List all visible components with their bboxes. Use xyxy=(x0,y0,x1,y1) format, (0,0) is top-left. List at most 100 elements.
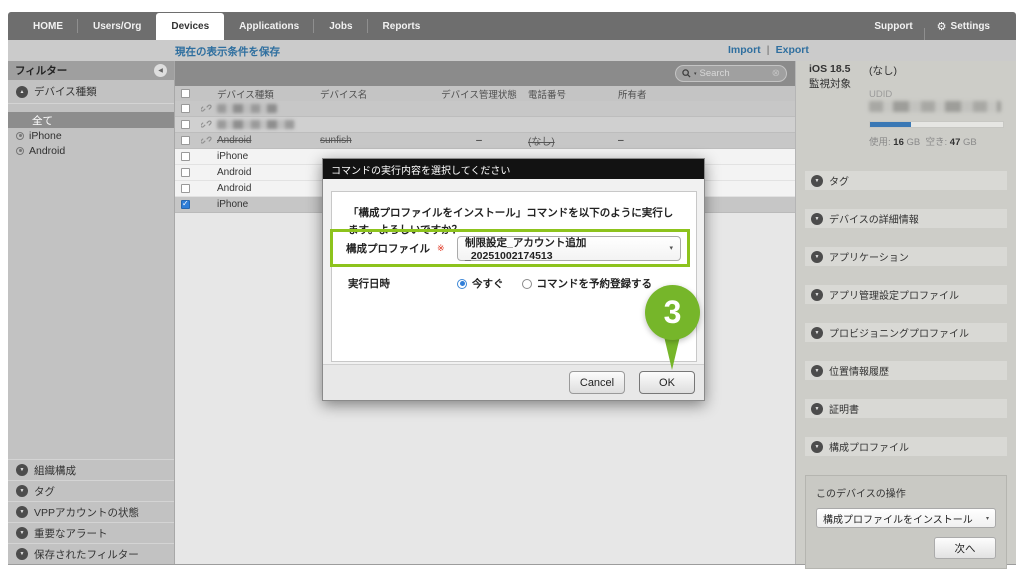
device-panel-section[interactable]: ▼ 証明書 xyxy=(805,399,1007,418)
table-row[interactable]: Android sunfish – (なし) – xyxy=(175,133,795,149)
step-3-annotation: 3 xyxy=(645,285,700,340)
chevron-down-icon: ▼ xyxy=(16,548,28,560)
settings-link[interactable]: ⚙ Settings xyxy=(925,20,1002,33)
storage-usage-text: 使用: 16 GB 空き: 47 GB xyxy=(869,134,977,148)
table-header-row: デバイス種類 デバイス名 デバイス管理状態 電話番号 所有者 xyxy=(175,86,795,101)
filter-section[interactable]: ▼ 保存されたフィルター xyxy=(8,543,174,564)
device-panel-section[interactable]: ▼ タグ xyxy=(805,171,1007,190)
chevron-down-icon: ▼ xyxy=(16,464,28,476)
radio-icon xyxy=(16,132,24,140)
nav-tab[interactable]: Devices xyxy=(156,13,224,40)
dialog-body: 「構成プロファイルをインストール」コマンドを以下のように実行します。よろしいです… xyxy=(331,191,697,362)
supervision-label: 監視対象 xyxy=(809,76,851,91)
required-mark: ※ xyxy=(437,243,445,254)
chevron-down-icon: ▼ xyxy=(16,506,28,518)
search-scope-caret-icon[interactable]: ▾ xyxy=(694,71,697,77)
search-icon xyxy=(682,69,691,78)
nav-tabs: HOME Users/Org Devices Applications Jobs… xyxy=(8,12,435,40)
device-panel-section[interactable]: ▼ 構成プロファイル xyxy=(805,437,1007,456)
column-header[interactable]: 電話番号 xyxy=(528,87,618,101)
column-header[interactable]: デバイス種類 xyxy=(217,87,320,101)
row-checkbox[interactable] xyxy=(181,200,190,209)
table-row[interactable]: Android Sarah – (なし) xyxy=(175,101,795,117)
export-link[interactable]: Export xyxy=(776,44,809,56)
dialog-title: コマンドの実行内容を選択してください xyxy=(323,159,704,179)
nav-tab[interactable]: Jobs xyxy=(314,12,367,40)
udid-label: UDID xyxy=(869,89,892,100)
search-clear-icon[interactable]: ⊗ xyxy=(772,68,780,79)
dialog-footer: Cancel OK xyxy=(323,364,704,400)
nav-tab[interactable]: HOME xyxy=(18,12,78,40)
redacted-udid xyxy=(869,101,1001,112)
device-type-option[interactable]: iPhone xyxy=(8,128,174,143)
nav-tab[interactable]: Applications xyxy=(224,12,314,40)
radio-unselected-icon xyxy=(522,279,532,289)
broken-link-icon xyxy=(201,134,212,148)
next-button[interactable]: 次へ xyxy=(934,537,996,559)
sub-toolbar: 現在の表示条件を保存 Import | Export xyxy=(8,40,1016,61)
chevron-down-icon: ▾ xyxy=(669,244,673,252)
ok-button[interactable]: OK xyxy=(639,371,695,394)
nav-tab[interactable]: Reports xyxy=(368,12,436,40)
nav-tab[interactable]: Users/Org xyxy=(78,12,156,40)
device-panel-section[interactable]: ▼ アプリケーション xyxy=(805,247,1007,266)
profile-row-highlight: 構成プロファイル ※ 制限設定_アカウント追加_20251002174513 ▾ xyxy=(330,229,690,267)
save-view-conditions-link[interactable]: 現在の表示条件を保存 xyxy=(175,44,280,59)
filter-section[interactable]: ▼ VPPアカウントの状態 xyxy=(8,501,174,522)
row-checkbox[interactable] xyxy=(181,104,190,113)
row-checkbox[interactable] xyxy=(181,152,190,161)
device-type-option[interactable]: 全て xyxy=(8,112,174,128)
cancel-button[interactable]: Cancel xyxy=(569,371,625,394)
device-info-summary: iOS 18.5 監視対象 (なし) UDID 使用: 16 GB 空き: 47… xyxy=(796,61,1016,171)
column-header[interactable]: デバイス名 xyxy=(320,87,430,101)
row-checkbox[interactable] xyxy=(181,136,190,145)
chevron-down-icon: ▼ xyxy=(811,251,823,263)
profile-label: 構成プロファイル xyxy=(346,241,430,256)
search-input[interactable]: ▾ Search ⊗ xyxy=(675,65,787,82)
profile-select[interactable]: 制限設定_アカウント追加_20251002174513 ▾ xyxy=(457,236,681,261)
radio-schedule[interactable]: コマンドを予約登録する xyxy=(522,276,653,291)
table-row[interactable]: iPhone iPhone – (なし) xyxy=(175,117,795,133)
column-header[interactable]: 所有者 xyxy=(618,87,795,101)
import-link[interactable]: Import xyxy=(728,44,761,56)
chevron-down-icon: ▼ xyxy=(16,527,28,539)
chevron-down-icon: ▼ xyxy=(811,175,823,187)
filter-sidebar: フィルター ◀ ▲ デバイス種類 全て iPhone Androi xyxy=(8,61,175,564)
broken-link-icon xyxy=(201,102,212,116)
command-dialog: コマンドの実行内容を選択してください 「構成プロファイルをインストール」コマンド… xyxy=(322,158,705,401)
row-checkbox[interactable] xyxy=(181,184,190,193)
filter-section[interactable]: ▼ タグ xyxy=(8,480,174,501)
chevron-down-icon: ▼ xyxy=(811,327,823,339)
support-link[interactable]: Support xyxy=(862,21,924,32)
column-header[interactable]: デバイス管理状態 xyxy=(430,87,528,101)
radio-icon xyxy=(16,147,24,155)
device-panel-section[interactable]: ▼ 位置情報履歴 xyxy=(805,361,1007,380)
device-panel-section[interactable]: ▼ デバイスの詳細情報 xyxy=(805,209,1007,228)
collapse-sidebar-icon[interactable]: ◀ xyxy=(154,64,167,77)
chevron-down-icon: ▼ xyxy=(811,289,823,301)
top-nav-bar: HOME Users/Org Devices Applications Jobs… xyxy=(8,12,1016,40)
select-all-checkbox[interactable] xyxy=(181,89,190,98)
device-panel-section[interactable]: ▼ プロビジョニングプロファイル xyxy=(805,323,1007,342)
filter-section[interactable]: ▼ 重要なアラート xyxy=(8,522,174,543)
import-export-separator: | xyxy=(767,44,770,56)
row-checkbox[interactable] xyxy=(181,120,190,129)
chevron-down-icon: ▼ xyxy=(16,485,28,497)
filter-section[interactable]: ▼ 組織構成 xyxy=(8,459,174,480)
device-panel-section[interactable]: ▼ アプリ管理設定プロファイル xyxy=(805,285,1007,304)
broken-link-icon xyxy=(201,118,212,132)
chevron-down-icon: ▼ xyxy=(811,403,823,415)
chevron-down-icon: ▼ xyxy=(811,365,823,377)
schedule-row: 実行日時 今すぐ コマンドを予約登録する xyxy=(332,276,696,291)
radio-run-now[interactable]: 今すぐ xyxy=(457,276,504,291)
row-checkbox[interactable] xyxy=(181,168,190,177)
none-value: (なし) xyxy=(869,63,897,78)
table-toolbar: ▾ Search ⊗ xyxy=(175,61,795,86)
device-type-option[interactable]: Android xyxy=(8,143,174,158)
filter-section-device-type[interactable]: ▲ デバイス種類 xyxy=(8,80,174,104)
operation-select[interactable]: 構成プロファイルをインストール ▾ xyxy=(816,508,996,528)
device-type-options: 全て iPhone Android xyxy=(8,112,174,158)
chevron-down-icon: ▾ xyxy=(986,515,989,522)
gear-icon: ⚙ xyxy=(937,20,947,33)
storage-bar xyxy=(869,121,1004,128)
